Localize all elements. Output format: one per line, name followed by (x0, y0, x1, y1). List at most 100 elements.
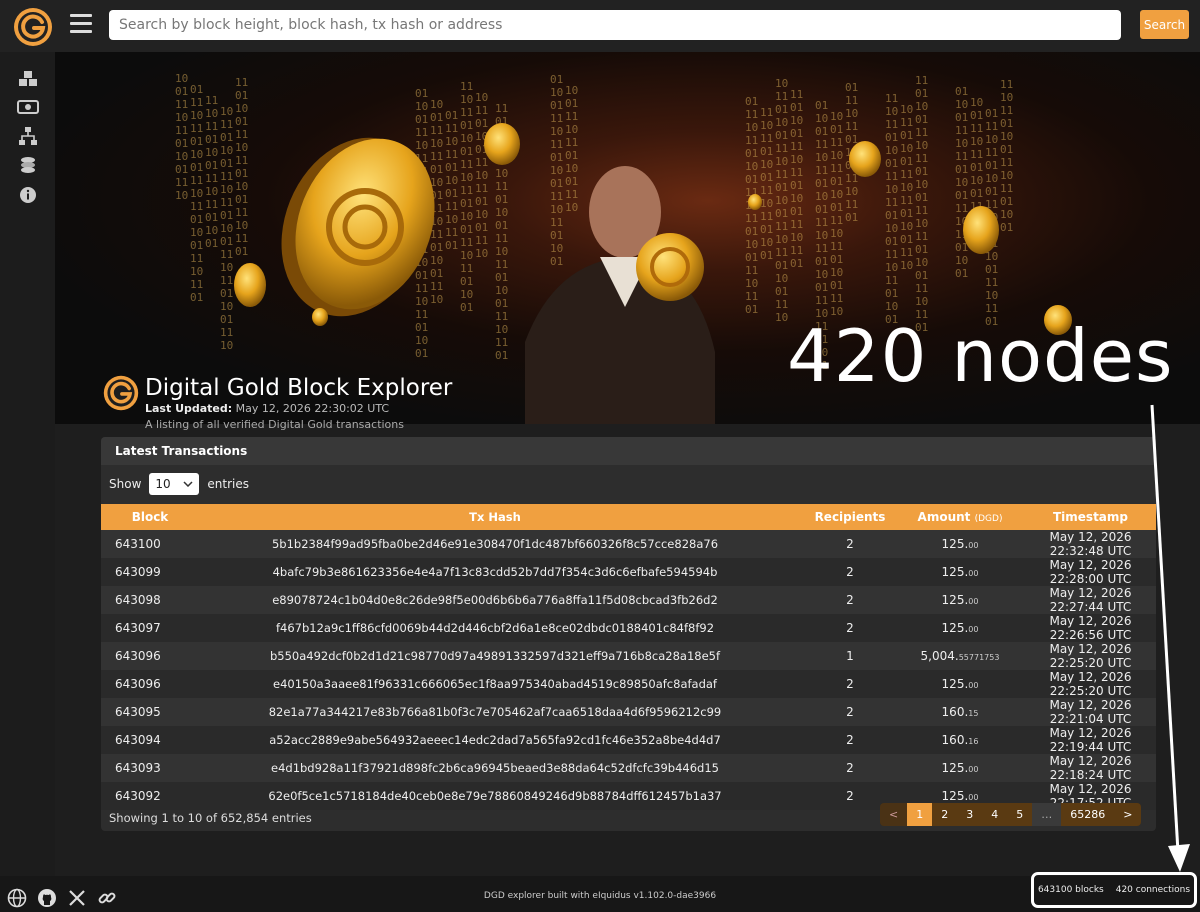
svg-text:10: 10 (745, 277, 758, 290)
col-tx-hash[interactable]: Tx Hash (185, 504, 805, 530)
svg-text:11: 11 (190, 278, 203, 291)
block-link[interactable]: 643096 (101, 642, 185, 670)
hamburger-menu-icon[interactable] (70, 14, 92, 34)
tx-hash-link[interactable]: 82e1a77a344217e83b766a81b0f3c7e705462af7… (185, 698, 805, 726)
svg-text:11: 11 (830, 136, 843, 149)
svg-text:01: 01 (220, 235, 233, 248)
block-link[interactable]: 643100 (101, 530, 185, 558)
svg-text:01: 01 (430, 267, 443, 280)
digital-gold-logo-icon[interactable] (12, 6, 54, 52)
svg-text:01: 01 (760, 223, 773, 236)
svg-text:01: 01 (815, 125, 828, 138)
block-link[interactable]: 643092 (101, 782, 185, 810)
svg-text:01: 01 (815, 177, 828, 190)
amount-int: 125. (941, 677, 969, 691)
block-link[interactable]: 643099 (101, 558, 185, 586)
svg-text:11: 11 (220, 248, 233, 261)
annotation-420-nodes: 420 nodes (787, 314, 1174, 398)
svg-text:11: 11 (775, 168, 788, 181)
svg-text:01: 01 (760, 145, 773, 158)
svg-text:01: 01 (415, 87, 428, 100)
block-count: 643100 blocks (1037, 885, 1104, 895)
info-icon[interactable] (17, 184, 39, 206)
svg-text:01: 01 (955, 163, 968, 176)
pagination-page-3[interactable]: 3 (957, 803, 983, 826)
tx-hash-link[interactable]: a52acc2889e9abe564932aeeec14edc2dad7a565… (185, 726, 805, 754)
col-timestamp[interactable]: Timestamp (1025, 504, 1156, 530)
block-link[interactable]: 643098 (101, 586, 185, 614)
pagination-page-5[interactable]: 5 (1007, 803, 1033, 826)
tx-hash-link[interactable]: 4bafc79b3e861623356e4e4a7f13c83cdd52b7dd… (185, 558, 805, 586)
block-link[interactable]: 643096 (101, 670, 185, 698)
svg-text:01: 01 (220, 131, 233, 144)
block-link[interactable]: 643095 (101, 698, 185, 726)
search-input[interactable] (109, 10, 1121, 40)
svg-text:10: 10 (175, 72, 188, 85)
tx-hash-link[interactable]: e4d1bd928a11f37921d898fc2b6ca96945beaed3… (185, 754, 805, 782)
blocks-cubes-icon[interactable] (17, 68, 39, 90)
svg-text:10: 10 (885, 183, 898, 196)
block-link[interactable]: 643093 (101, 754, 185, 782)
svg-text:01: 01 (845, 211, 858, 224)
col-block[interactable]: Block (101, 504, 185, 530)
svg-text:10: 10 (775, 233, 788, 246)
svg-text:11: 11 (900, 246, 913, 259)
col-amount[interactable]: Amount (DGD) (895, 504, 1025, 530)
svg-text:11: 11 (205, 198, 218, 211)
svg-text:01: 01 (190, 161, 203, 174)
svg-text:11: 11 (565, 110, 578, 123)
search-button[interactable]: Search (1140, 10, 1189, 39)
svg-text:01: 01 (205, 133, 218, 146)
svg-text:01: 01 (885, 157, 898, 170)
svg-text:11: 11 (1000, 104, 1013, 117)
svg-text:01: 01 (745, 303, 758, 316)
pagination-prev-button[interactable]: < (880, 803, 908, 826)
svg-text:10: 10 (495, 206, 508, 219)
svg-text:01: 01 (175, 163, 188, 176)
svg-text:01: 01 (445, 187, 458, 200)
svg-text:11: 11 (775, 220, 788, 233)
entries-select[interactable]: 10 (149, 473, 200, 495)
svg-text:01: 01 (235, 193, 248, 206)
svg-text:11: 11 (190, 122, 203, 135)
amount-int: 125. (941, 761, 969, 775)
svg-text:10: 10 (915, 217, 928, 230)
col-recipients[interactable]: Recipients (805, 504, 895, 530)
svg-text:10: 10 (815, 268, 828, 281)
table-row: 643100 5b1b2384f99ad95fba0be2d46e91e30847… (101, 530, 1156, 558)
pagination-page-4[interactable]: 4 (982, 803, 1008, 826)
svg-text:11: 11 (1000, 78, 1013, 91)
svg-text:01: 01 (1000, 195, 1013, 208)
pagination-page-1[interactable]: 1 (907, 803, 933, 826)
pagination-last-page[interactable]: 65286 (1061, 803, 1115, 826)
recipients-cell: 2 (846, 621, 854, 635)
tx-hash-link[interactable]: 5b1b2384f99ad95fba0be2d46e91e308470f1dc4… (185, 530, 805, 558)
coins-icon[interactable] (17, 154, 39, 176)
svg-text:10: 10 (550, 242, 563, 255)
svg-text:11: 11 (445, 122, 458, 135)
svg-text:01: 01 (550, 229, 563, 242)
svg-text:10: 10 (830, 227, 843, 240)
svg-text:10: 10 (175, 189, 188, 202)
tx-hash-link[interactable]: b550a492dcf0b2d1d21c98770d97a49891332597… (185, 642, 805, 670)
pagination-page-2[interactable]: 2 (932, 803, 958, 826)
block-link[interactable]: 643094 (101, 726, 185, 754)
svg-text:01: 01 (985, 159, 998, 172)
svg-text:01: 01 (775, 259, 788, 272)
pagination-next-button[interactable]: > (1114, 803, 1142, 826)
svg-text:10: 10 (885, 222, 898, 235)
money-bill-icon[interactable] (17, 96, 39, 118)
tx-hash-link[interactable]: e89078724c1b04d0e8c26de98f5e00d6b6b6a776… (185, 586, 805, 614)
svg-text:01: 01 (415, 113, 428, 126)
tx-hash-link[interactable]: f467b12a9c1ff86cfd0069b44d2d446cbf2d6a1e… (185, 614, 805, 642)
svg-text:01: 01 (190, 291, 203, 304)
network-icon[interactable] (17, 125, 39, 147)
svg-text:01: 01 (550, 255, 563, 268)
svg-text:10: 10 (190, 187, 203, 200)
svg-text:11: 11 (220, 118, 233, 131)
svg-text:10: 10 (235, 102, 248, 115)
tx-hash-link[interactable]: 62e0f5ce1c5718184de40ceb0e8e79e788608492… (185, 782, 805, 810)
svg-text:10: 10 (175, 150, 188, 163)
tx-hash-link[interactable]: e40150a3aaee81f96331c666065ec1f8aa975340… (185, 670, 805, 698)
block-link[interactable]: 643097 (101, 614, 185, 642)
